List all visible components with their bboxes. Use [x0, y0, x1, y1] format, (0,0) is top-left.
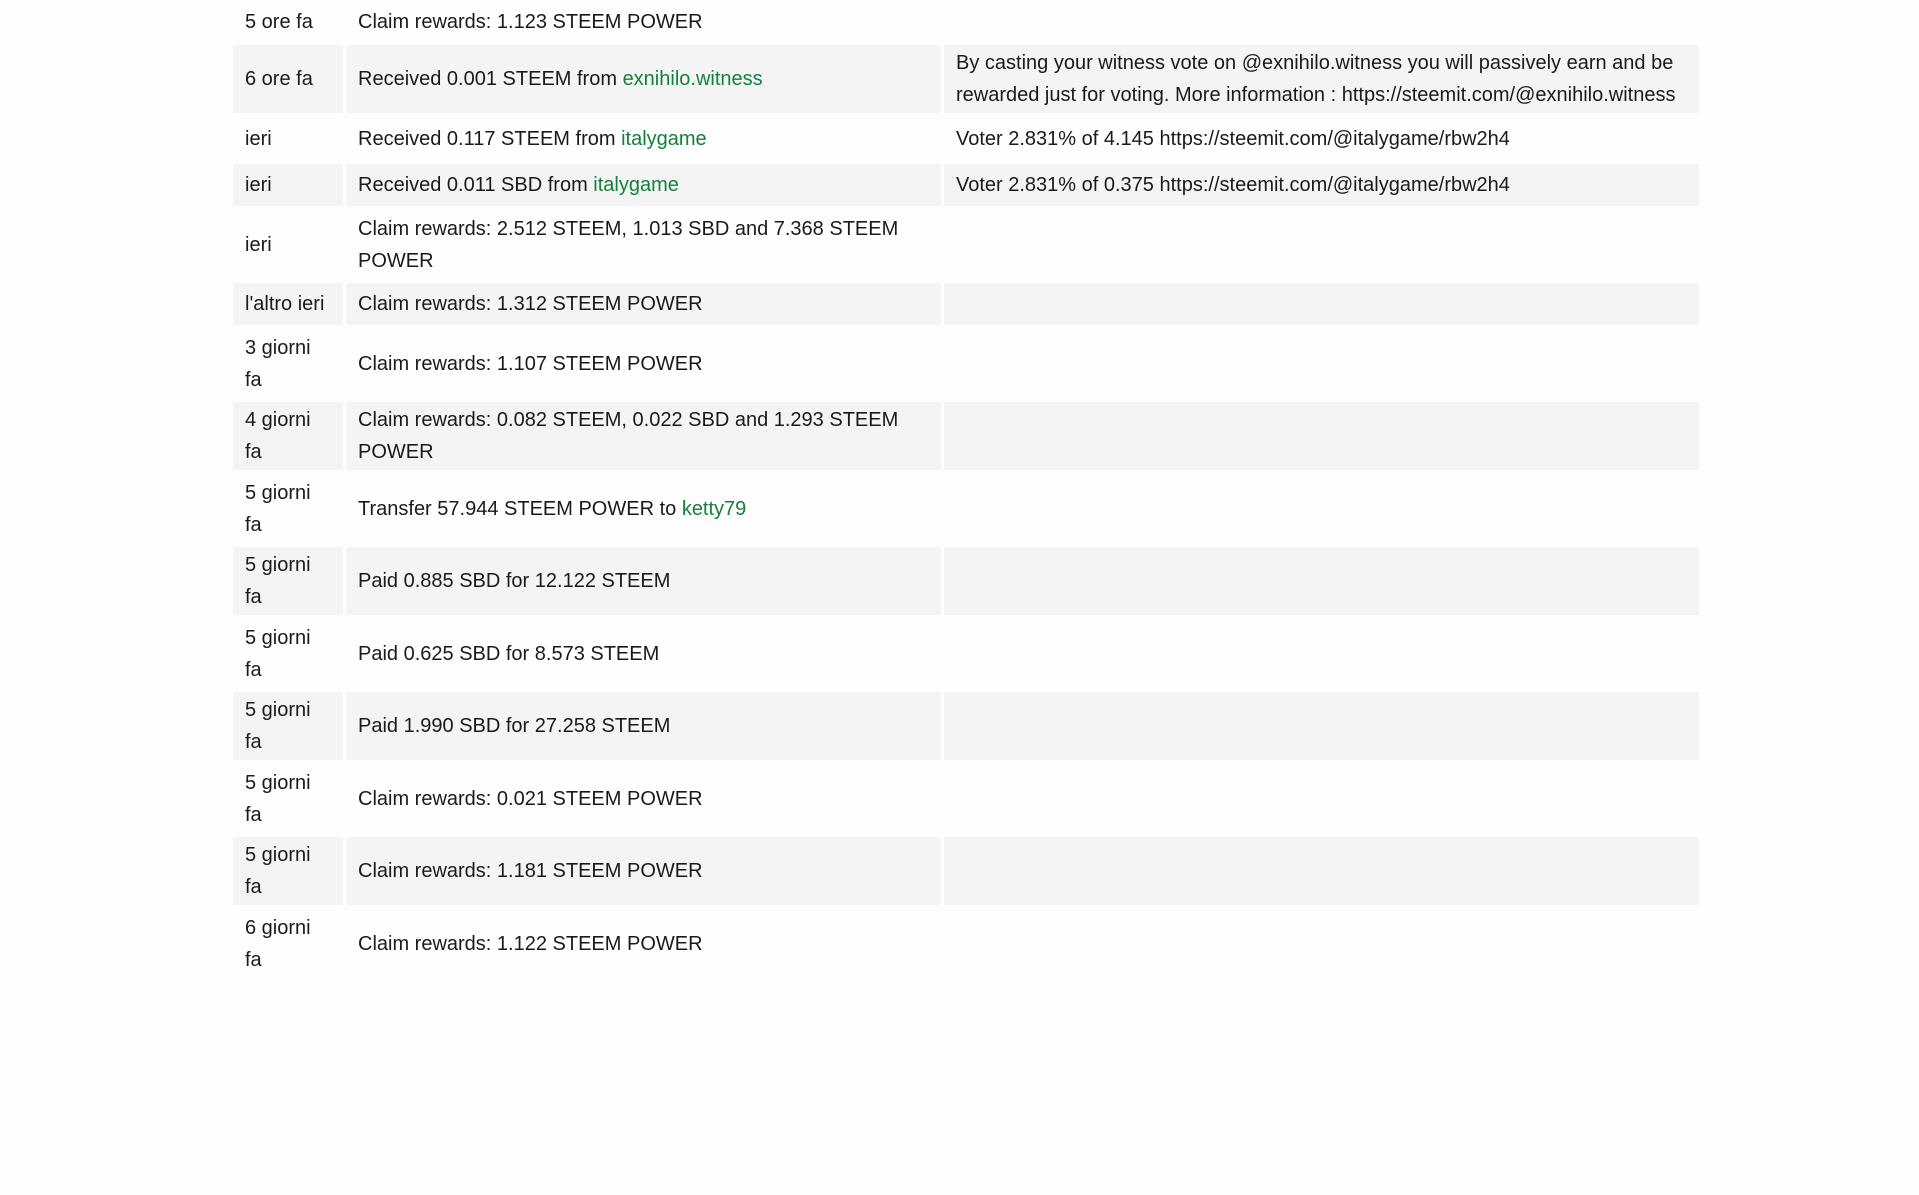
- memo-cell: [944, 618, 1699, 689]
- memo-cell: [944, 209, 1699, 280]
- table-row: 6 ore fa Received 0.001 STEEM from exnihi…: [233, 45, 1699, 113]
- time-cell: ieri: [233, 164, 343, 206]
- table-row: 5 giorni fa Paid 0.625 SBD for 8.573 STEE…: [233, 618, 1699, 689]
- operation-text: Transfer 57.944 STEEM POWER to: [358, 497, 682, 520]
- time-cell: 6 ore fa: [233, 45, 343, 113]
- operation-cell: Transfer 57.944 STEEM POWER to ketty79: [346, 473, 941, 544]
- time-cell: 4 giorni fa: [233, 402, 343, 470]
- time-cell: 5 giorni fa: [233, 618, 343, 689]
- memo-cell: [944, 692, 1699, 760]
- memo-cell: [944, 908, 1699, 979]
- operation-cell: Paid 0.625 SBD for 8.573 STEEM: [346, 618, 941, 689]
- operation-cell: Received 0.001 STEEM from exnihilo.witne…: [346, 45, 941, 113]
- memo-cell: [944, 763, 1699, 834]
- time-cell: 5 ore fa: [233, 1, 343, 42]
- account-link[interactable]: italygame: [621, 128, 707, 150]
- table-row: 5 giorni fa Paid 0.885 SBD for 12.122 STE…: [233, 547, 1699, 615]
- table-row: ieri Received 0.011 SBD from italygame Vot…: [233, 164, 1699, 206]
- operation-text: Received 0.011 SBD from: [358, 174, 594, 196]
- time-cell: 5 giorni fa: [233, 692, 343, 760]
- operation-text: Claim rewards: 1.107 STEEM POWER: [358, 352, 703, 375]
- operation-text: Received 0.001 STEEM from: [358, 68, 623, 90]
- account-link[interactable]: exnihilo.witness: [623, 68, 763, 90]
- table-row: 5 giorni fa Transfer 57.944 STEEM POWER t…: [233, 473, 1699, 544]
- table-row: 5 giorni fa Paid 1.990 SBD for 27.258 STE…: [233, 692, 1699, 760]
- operation-cell: Paid 0.885 SBD for 12.122 STEEM: [346, 547, 941, 615]
- table-row: 3 giorni fa Claim rewards: 1.107 STEEM PO…: [233, 328, 1699, 399]
- operation-text: Claim rewards: 0.021 STEEM POWER: [358, 787, 703, 810]
- transfer-history-table: 5 ore fa Claim rewards: 1.123 STEEM POWER…: [230, 0, 1702, 982]
- operation-text: Claim rewards: 1.312 STEEM POWER: [358, 293, 703, 315]
- memo-cell: [944, 402, 1699, 470]
- table-row: 5 giorni fa Claim rewards: 1.181 STEEM PO…: [233, 837, 1699, 905]
- table-row: ieri Claim rewards: 2.512 STEEM, 1.013 SB…: [233, 209, 1699, 280]
- operation-cell: Claim rewards: 1.107 STEEM POWER: [346, 328, 941, 399]
- memo-cell: [944, 473, 1699, 544]
- table-row: 6 giorni fa Claim rewards: 1.122 STEEM PO…: [233, 908, 1699, 979]
- operation-cell: Claim rewards: 0.082 STEEM, 0.022 SBD an…: [346, 402, 941, 470]
- time-cell: l'altro ieri: [233, 283, 343, 325]
- operation-text: Received 0.117 STEEM from: [358, 127, 622, 150]
- time-cell: ieri: [233, 116, 343, 161]
- account-link[interactable]: ketty79: [682, 498, 746, 520]
- memo-cell: Voter 2.831% of 0.375 https://steemit.co…: [944, 164, 1699, 206]
- memo-cell: [944, 328, 1699, 399]
- memo-cell: [944, 1, 1699, 42]
- time-cell: 5 giorni fa: [233, 473, 343, 544]
- time-cell: 6 giorni fa: [233, 908, 343, 979]
- table-row: l'altro ieri Claim rewards: 1.312 STEEM P…: [233, 283, 1699, 325]
- operation-text: Claim rewards: 1.123 STEEM POWER: [358, 10, 703, 33]
- memo-cell: By casting your witness vote on @exnihil…: [944, 45, 1699, 113]
- table-row: 5 giorni fa Claim rewards: 0.021 STEEM PO…: [233, 763, 1699, 834]
- memo-cell: [944, 283, 1699, 325]
- operation-cell: Claim rewards: 1.312 STEEM POWER: [346, 283, 941, 325]
- operation-cell: Received 0.117 STEEM from italygame: [346, 116, 941, 161]
- table-row: ieri Received 0.117 STEEM from italygame V…: [233, 116, 1699, 161]
- operation-text: Claim rewards: 1.181 STEEM POWER: [358, 860, 703, 882]
- time-cell: 3 giorni fa: [233, 328, 343, 399]
- operation-cell: Claim rewards: 1.181 STEEM POWER: [346, 837, 941, 905]
- time-cell: ieri: [233, 209, 343, 280]
- time-cell: 5 giorni fa: [233, 547, 343, 615]
- operation-text: Paid 1.990 SBD for 27.258 STEEM: [358, 715, 671, 737]
- operation-text: Claim rewards: 2.512 STEEM, 1.013 SBD an…: [358, 217, 899, 272]
- time-cell: 5 giorni fa: [233, 837, 343, 905]
- operation-text: Paid 0.625 SBD for 8.573 STEEM: [358, 642, 660, 665]
- operation-text: Paid 0.885 SBD for 12.122 STEEM: [358, 570, 671, 592]
- operation-text: Claim rewards: 1.122 STEEM POWER: [358, 932, 703, 955]
- history-body: 5 ore fa Claim rewards: 1.123 STEEM POWER…: [233, 1, 1699, 979]
- table-row: 4 giorni fa Claim rewards: 0.082 STEEM, 0…: [233, 402, 1699, 470]
- operation-cell: Claim rewards: 2.512 STEEM, 1.013 SBD an…: [346, 209, 941, 280]
- operation-cell: Claim rewards: 1.122 STEEM POWER: [346, 908, 941, 979]
- operation-cell: Claim rewards: 0.021 STEEM POWER: [346, 763, 941, 834]
- operation-cell: Paid 1.990 SBD for 27.258 STEEM: [346, 692, 941, 760]
- memo-cell: [944, 837, 1699, 905]
- memo-cell: [944, 547, 1699, 615]
- table-row: 5 ore fa Claim rewards: 1.123 STEEM POWER: [233, 1, 1699, 42]
- account-link[interactable]: italygame: [593, 174, 679, 196]
- time-cell: 5 giorni fa: [233, 763, 343, 834]
- operation-text: Claim rewards: 0.082 STEEM, 0.022 SBD an…: [358, 409, 899, 463]
- operation-cell: Claim rewards: 1.123 STEEM POWER: [346, 1, 941, 42]
- operation-cell: Received 0.011 SBD from italygame: [346, 164, 941, 206]
- memo-cell: Voter 2.831% of 4.145 https://steemit.co…: [944, 116, 1699, 161]
